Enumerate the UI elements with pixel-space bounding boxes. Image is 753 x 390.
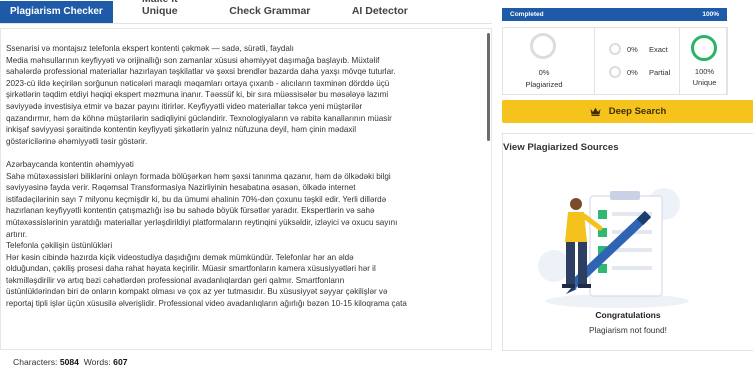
words-label: Words: (83, 357, 111, 367)
exact-stat: 0% Exact (607, 41, 679, 57)
partial-stat: 0% Partial (607, 64, 679, 80)
unique-stat: 100% Unique (679, 27, 728, 95)
unique-label: Unique (692, 78, 717, 87)
exact-value: 0% (627, 45, 638, 54)
characters-label: Characters: (13, 357, 58, 367)
unique-ring (691, 35, 717, 61)
match-breakdown: 0% Exact 0% Partial (607, 28, 679, 94)
deep-search-button[interactable]: Deep Search (502, 100, 753, 123)
characters-count: 5084 (59, 357, 79, 367)
editor-content[interactable]: Ssenarisi və montajsız telefonla ekspert… (6, 43, 484, 310)
results-panel: Completed 100% 0% Plagiarized 0% Exact 0… (500, 0, 753, 390)
plagiarized-ring (530, 33, 556, 59)
exact-ring (609, 43, 621, 55)
editor-scrollbar[interactable] (487, 33, 490, 141)
progress-bar: Completed 100% (502, 8, 727, 21)
crown-icon (590, 107, 601, 116)
checklist-illustration (538, 188, 689, 308)
tab-ai-detector[interactable]: AI Detector (345, 5, 415, 23)
sources-title: View Plagiarized Sources (503, 142, 619, 153)
plagiarized-sources-panel: View Plagiarized Sources Congratulations… (502, 133, 753, 351)
progress-percent: 100% (702, 11, 719, 18)
tool-tabs: Plagiarism Checker Make it Unique Check … (0, 0, 492, 24)
partial-value: 0% (627, 68, 638, 77)
deep-search-label: Deep Search (608, 106, 667, 117)
partial-label: Partial (649, 68, 671, 77)
result-stats: 0% Plagiarized 0% Exact 0% Partial 100% … (502, 27, 728, 95)
text-editor[interactable]: Ssenarisi və montajsız telefonla ekspert… (0, 28, 492, 350)
plagiarized-label: Plagiarized (525, 80, 563, 89)
exact-label: Exact (649, 45, 668, 54)
tab-make-it-unique[interactable]: Make it Unique (125, 0, 195, 23)
plagiarized-stat: 0% Plagiarized (503, 28, 595, 94)
plagiarized-value: 0% (538, 68, 550, 77)
text-counts: Characters: 5084 Words: 607 (13, 357, 128, 367)
partial-ring (609, 66, 621, 78)
unique-value: 100% (694, 67, 715, 76)
congrats-heading: Congratulations (595, 310, 661, 320)
no-plagiarism-message: Plagiarism not found! (589, 325, 667, 335)
tab-check-grammar[interactable]: Check Grammar (225, 5, 315, 23)
words-count: 607 (113, 357, 128, 367)
progress-label: Completed (510, 11, 544, 18)
tab-plagiarism-checker[interactable]: Plagiarism Checker (0, 1, 113, 23)
